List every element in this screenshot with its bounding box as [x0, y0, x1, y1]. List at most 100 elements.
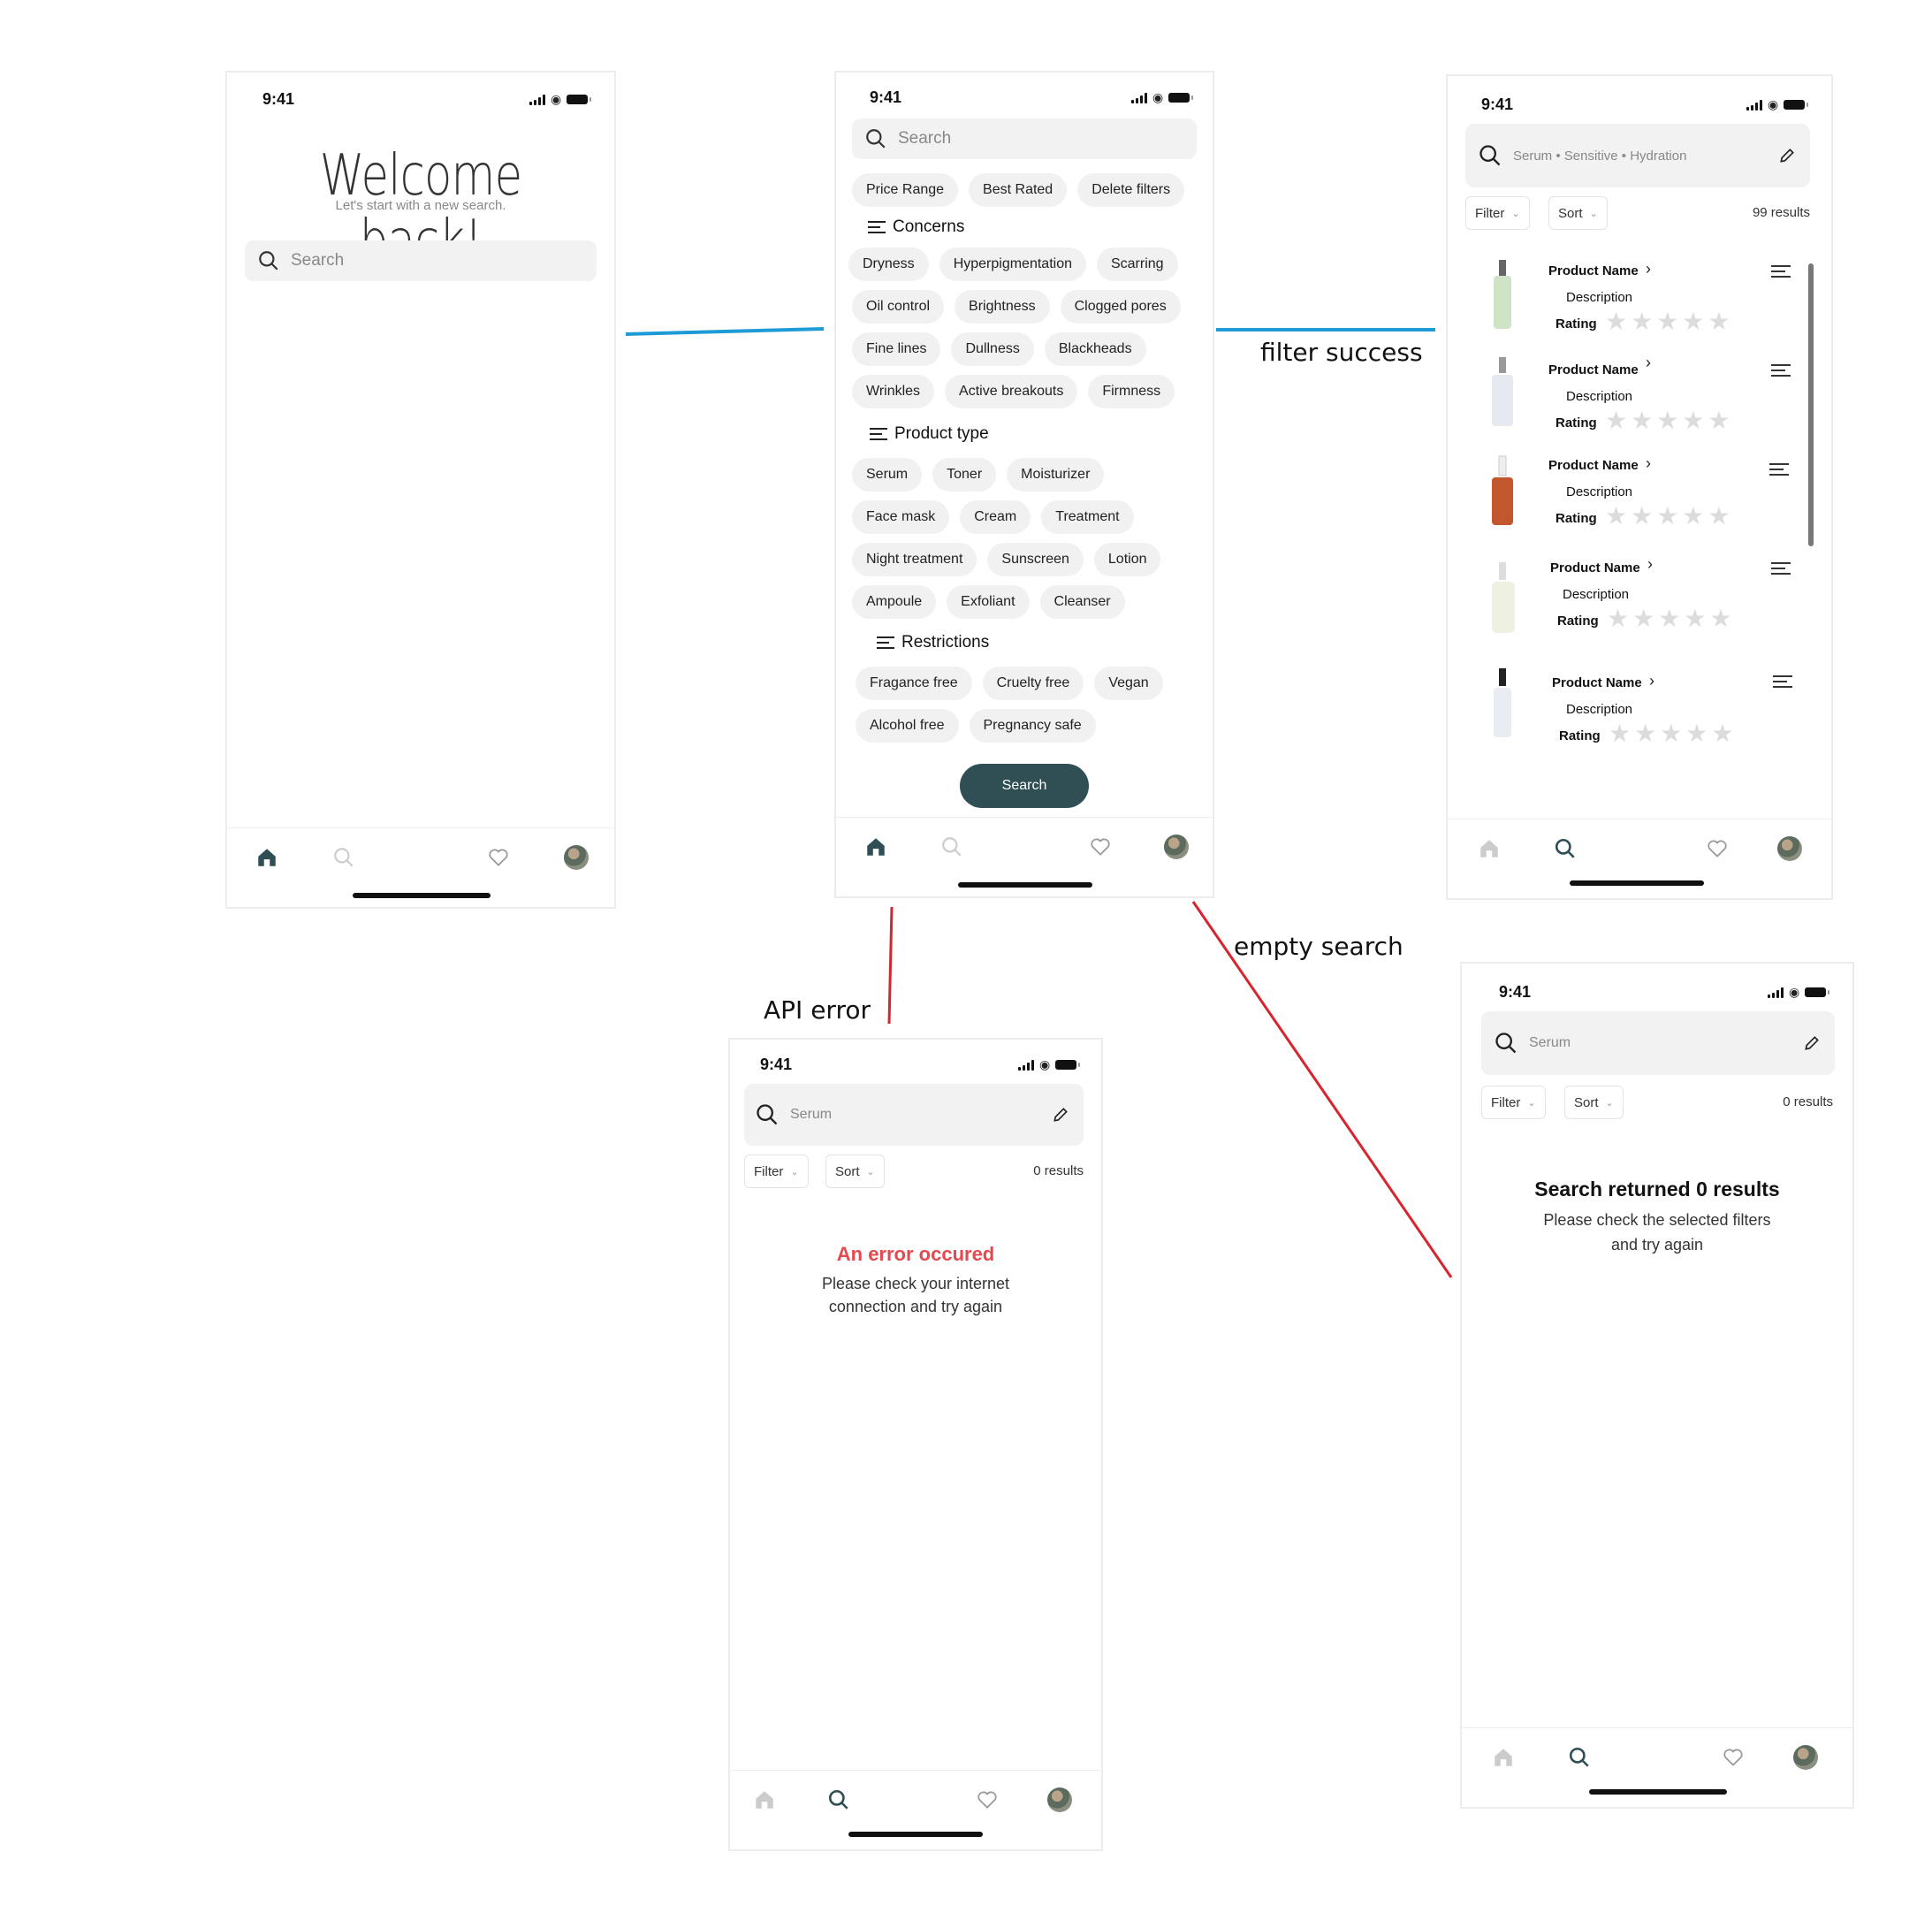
section-concerns-label: Concerns	[893, 217, 965, 236]
menu-icon[interactable]	[1771, 562, 1791, 576]
rating-stars: ★★★★★	[1605, 502, 1734, 530]
chip-concern[interactable]: Brightness	[955, 290, 1050, 324]
tab-search[interactable]	[329, 842, 359, 873]
chip-concern[interactable]: Dullness	[951, 332, 1034, 366]
battery-icon	[1168, 93, 1194, 103]
product-item[interactable]: Product Name › Description Rating ★★★★★	[1448, 449, 1831, 546]
chip-delete-filters[interactable]: Delete filters	[1077, 173, 1185, 207]
tab-home[interactable]	[1474, 834, 1504, 864]
chip-product-type[interactable]: Ampoule	[852, 585, 937, 619]
tab-home[interactable]	[861, 832, 891, 862]
rating-stars: ★★★★★	[1605, 407, 1734, 434]
search-query: Serum	[790, 1107, 833, 1122]
chip-concern[interactable]: Active breakouts	[945, 375, 1078, 408]
tab-profile[interactable]	[1791, 1742, 1821, 1772]
chip-concern[interactable]: Fine lines	[852, 332, 941, 366]
edit-icon[interactable]	[1052, 1106, 1069, 1124]
section-product-type-label: Product type	[894, 424, 989, 443]
tab-favorites[interactable]	[1702, 834, 1732, 864]
chip-concern[interactable]: Hyperpigmentation	[939, 248, 1086, 281]
tab-favorites[interactable]	[1085, 832, 1115, 862]
tab-search[interactable]	[1564, 1742, 1594, 1772]
chip-restriction[interactable]: Fragance free	[856, 667, 972, 700]
chevron-down-icon: ⌄	[790, 1166, 799, 1178]
chip-product-type[interactable]: Cleanser	[1039, 585, 1125, 619]
search-input[interactable]: Search	[245, 240, 597, 281]
filter-dropdown[interactable]: Filter ⌄	[744, 1155, 809, 1188]
product-item[interactable]: Product Name › Description Rating ★★★★★	[1448, 667, 1831, 764]
chip-product-type[interactable]: Treatment	[1041, 500, 1134, 534]
tab-profile[interactable]	[1045, 1785, 1075, 1815]
product-description: Description	[1566, 389, 1633, 404]
chip-product-type[interactable]: Lotion	[1093, 543, 1161, 576]
screen-filters: 9:41 ◉ Search Price Range Best Rated Del…	[834, 71, 1214, 898]
tab-search[interactable]	[824, 1785, 854, 1815]
tab-search[interactable]	[937, 832, 967, 862]
chip-best-rated[interactable]: Best Rated	[969, 173, 1068, 207]
results-count: 99 results	[1752, 205, 1810, 220]
chip-concern[interactable]: Clogged pores	[1060, 290, 1181, 324]
chip-concern[interactable]: Dryness	[848, 248, 929, 281]
edit-icon[interactable]	[1778, 147, 1796, 164]
chip-concern[interactable]: Oil control	[852, 290, 945, 324]
tab-favorites[interactable]	[972, 1785, 1002, 1815]
chip-product-type[interactable]: Cream	[960, 500, 1031, 534]
status-icons: ◉	[1131, 90, 1194, 105]
chip-concern[interactable]: Firmness	[1088, 375, 1175, 408]
product-item[interactable]: Product Name › Description Rating ★★★★★	[1448, 253, 1831, 350]
chip-restriction[interactable]: Cruelty free	[982, 667, 1084, 700]
menu-icon[interactable]	[1771, 265, 1791, 279]
section-restrictions: Restrictions	[877, 633, 989, 652]
tab-profile[interactable]	[1775, 834, 1805, 864]
tab-search[interactable]	[1550, 834, 1580, 864]
chip-concern[interactable]: Wrinkles	[852, 375, 935, 408]
status-time: 9:41	[760, 1056, 793, 1073]
search-input[interactable]: Search	[852, 118, 1197, 159]
tab-home[interactable]	[749, 1785, 780, 1815]
concerns-row-1: Dryness Hyperpigmentation Scarring	[848, 248, 1189, 281]
tab-home[interactable]	[1488, 1742, 1518, 1772]
tab-favorites[interactable]	[1718, 1742, 1748, 1772]
search-input[interactable]: Serum	[1481, 1011, 1835, 1075]
chip-product-type[interactable]: Sunscreen	[987, 543, 1084, 576]
home-icon	[867, 838, 885, 856]
chip-restriction[interactable]: Vegan	[1094, 667, 1163, 700]
search-button[interactable]: Search	[960, 764, 1089, 808]
signal-icon	[1131, 92, 1147, 103]
tab-home[interactable]	[252, 842, 282, 873]
tab-profile[interactable]	[561, 842, 591, 873]
product-item[interactable]: Product Name › Description Rating ★★★★★	[1448, 552, 1831, 649]
sort-dropdown[interactable]: Sort ⌄	[1548, 196, 1608, 230]
tab-favorites[interactable]	[483, 842, 513, 873]
filter-dropdown[interactable]: Filter ⌄	[1465, 196, 1530, 230]
edit-icon[interactable]	[1803, 1034, 1821, 1052]
sort-dropdown[interactable]: Sort ⌄	[1564, 1086, 1624, 1119]
filter-label: Filter	[1475, 205, 1505, 221]
chip-product-type[interactable]: Night treatment	[852, 543, 977, 576]
home-icon	[1480, 840, 1498, 857]
search-input[interactable]: Serum	[744, 1084, 1084, 1146]
home-icon	[1495, 1749, 1512, 1766]
menu-icon[interactable]	[1773, 675, 1792, 690]
chip-product-type[interactable]: Toner	[932, 458, 997, 492]
sort-label: Sort	[835, 1163, 860, 1179]
chip-price-range[interactable]: Price Range	[852, 173, 959, 207]
search-input[interactable]: Serum • Sensitive • Hydration	[1465, 124, 1810, 187]
chip-product-type[interactable]: Face mask	[852, 500, 950, 534]
chip-restriction[interactable]: Alcohol free	[856, 709, 959, 743]
sort-dropdown[interactable]: Sort ⌄	[825, 1155, 885, 1188]
chip-product-type[interactable]: Serum	[852, 458, 923, 492]
home-indicator	[1589, 1789, 1727, 1795]
chip-product-type[interactable]: Moisturizer	[1007, 458, 1105, 492]
filter-dropdown[interactable]: Filter ⌄	[1481, 1086, 1546, 1119]
product-type-row-2: Face mask Cream Treatment	[852, 500, 1145, 534]
chip-product-type[interactable]: Exfoliant	[947, 585, 1030, 619]
tab-profile[interactable]	[1161, 832, 1191, 862]
error-message-line-2: connection and try again	[828, 1298, 1003, 1315]
chip-concern[interactable]: Blackheads	[1044, 332, 1146, 366]
product-item[interactable]: Product Name › Description Rating ★★★★★	[1448, 352, 1831, 449]
menu-icon[interactable]	[1771, 364, 1791, 378]
chip-restriction[interactable]: Pregnancy safe	[969, 709, 1096, 743]
chip-concern[interactable]: Scarring	[1096, 248, 1178, 281]
menu-icon[interactable]	[1769, 463, 1789, 477]
